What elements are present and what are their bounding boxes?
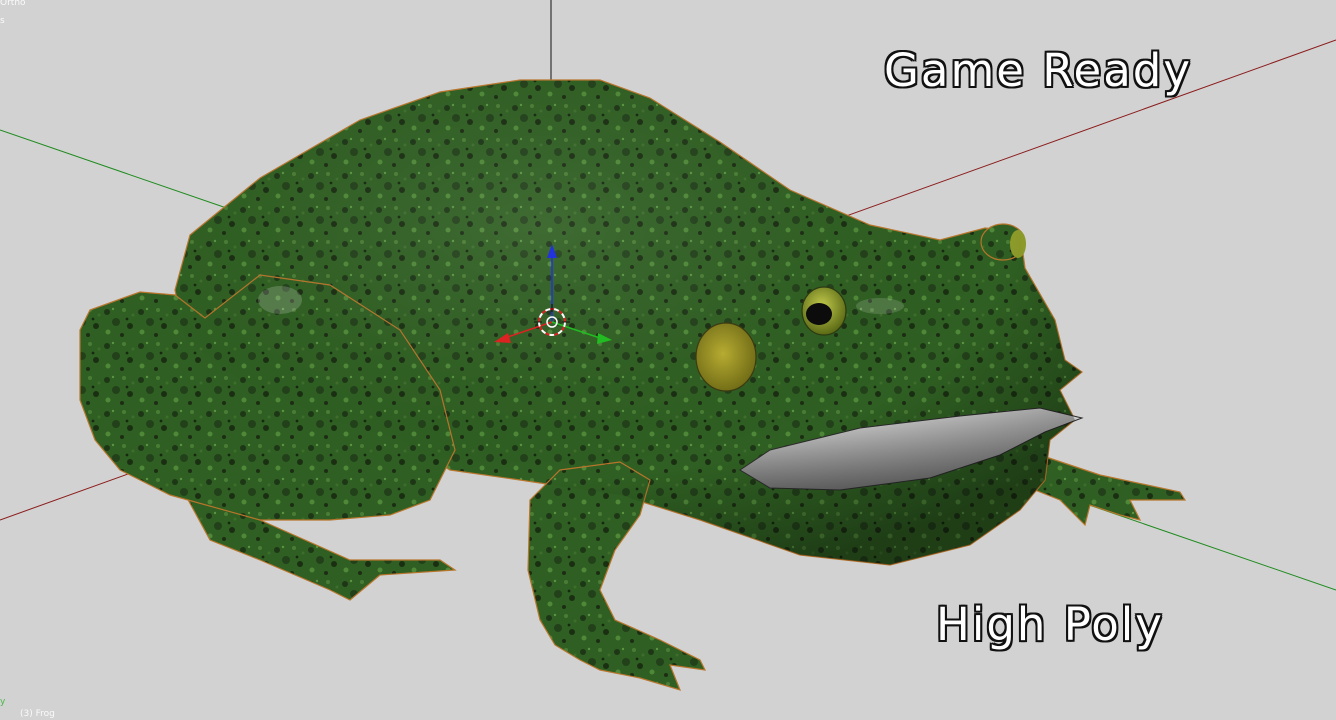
frog-knee-highlight xyxy=(258,286,302,314)
frog-brow-highlight xyxy=(856,298,904,314)
view-mode-label: Ortho xyxy=(0,0,26,8)
game-ready-label: Game Ready xyxy=(884,44,1192,97)
high-poly-label: High Poly xyxy=(936,598,1164,651)
3d-viewport[interactable]: Ortho s y (3) Frog Game Ready High Poly xyxy=(0,0,1336,720)
axis-y-indicator: y xyxy=(0,697,6,707)
active-object-label: (3) Frog xyxy=(20,709,55,719)
frog-far-front-foot xyxy=(1034,454,1187,527)
hud-secondary-label: s xyxy=(0,16,5,26)
